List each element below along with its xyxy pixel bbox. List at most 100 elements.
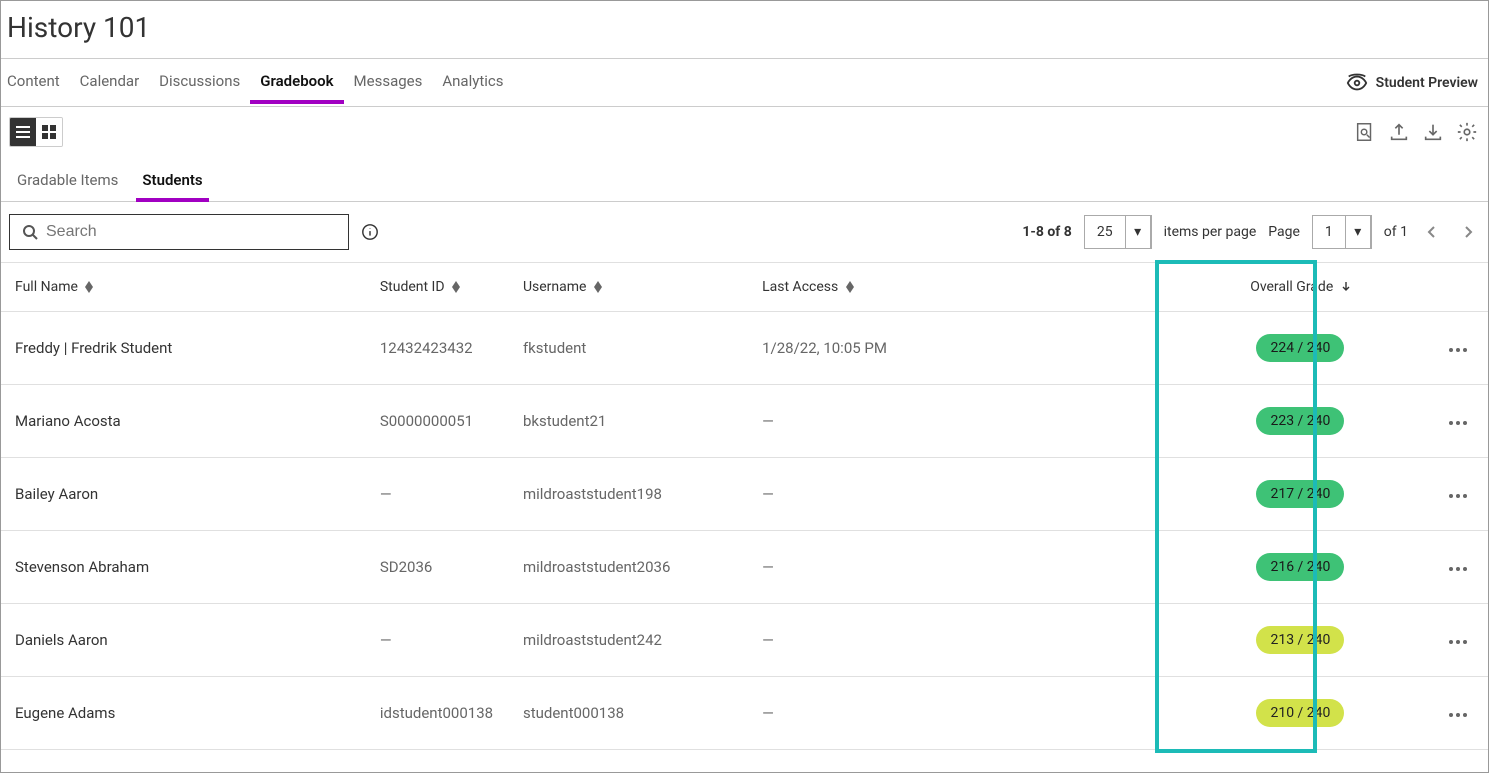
cell-grade[interactable]: 210 / 240	[1174, 677, 1427, 750]
sort-down-icon	[1341, 279, 1351, 295]
view-toggle	[9, 117, 63, 147]
cell-username: bkstudent21	[509, 385, 748, 458]
col-last-access[interactable]: Last Access	[748, 263, 1174, 312]
row-more-button[interactable]	[1444, 483, 1472, 506]
settings-button[interactable]	[1454, 119, 1480, 145]
student-preview-button[interactable]: Student Preview	[1346, 72, 1488, 94]
cell-actions	[1427, 385, 1488, 458]
sub-tab-gradable-items[interactable]: Gradable Items	[17, 159, 118, 201]
next-page-button[interactable]	[1456, 220, 1480, 244]
cell-actions	[1427, 750, 1488, 773]
page-range: 1-8 of 8	[1022, 224, 1072, 240]
table-wrap: Full Name Student ID	[1, 262, 1488, 773]
sort-icon	[452, 281, 460, 293]
grade-pill: 224 / 240	[1256, 334, 1344, 362]
row-more-button[interactable]	[1444, 337, 1472, 360]
students-table: Full Name Student ID	[1, 262, 1488, 773]
cell-name[interactable]: Stevenson Abraham	[1, 531, 366, 604]
tab-gradebook[interactable]: Gradebook	[260, 59, 333, 107]
main-tab-list: Content Calendar Discussions Gradebook Messa…	[1, 59, 1346, 107]
cell-student-id: S0000000051	[366, 385, 509, 458]
cell-grade[interactable]: 101 / 140	[1174, 750, 1427, 773]
cell-grade[interactable]: 216 / 240	[1174, 531, 1427, 604]
per-page-label: items per page	[1164, 224, 1257, 240]
row-more-button[interactable]	[1444, 556, 1472, 579]
gear-icon	[1456, 121, 1478, 143]
col-last-access-label: Last Access	[762, 279, 838, 295]
cell-actions	[1427, 604, 1488, 677]
cell-username: mildroaststudent198	[509, 458, 748, 531]
col-username[interactable]: Username	[509, 263, 748, 312]
row-more-button[interactable]	[1444, 702, 1472, 725]
preview-label: Student Preview	[1376, 75, 1478, 91]
col-overall-grade-label: Overall Grade	[1250, 279, 1333, 295]
cell-last-access: —	[748, 677, 1174, 750]
tab-messages[interactable]: Messages	[354, 59, 423, 107]
cell-username: mildroaststudent2036	[509, 531, 748, 604]
cell-username: mildroaststudent242	[509, 604, 748, 677]
search-input[interactable]	[46, 223, 336, 241]
table-row: Bailey Aaron—mildroaststudent198—217 / 2…	[1, 458, 1488, 531]
total-pages: of 1	[1384, 224, 1408, 240]
chevron-down-icon: ▾	[1126, 216, 1151, 248]
app-frame: History 101 Content Calendar Discussions Gr…	[0, 0, 1489, 773]
row-more-button[interactable]	[1444, 629, 1472, 652]
sub-tab-students[interactable]: Students	[142, 159, 202, 201]
cell-name[interactable]: Bailey Aaron	[1, 458, 366, 531]
cell-last-access: 1/28/22, 10:05 PM	[748, 312, 1174, 385]
list-view-button[interactable]	[10, 118, 36, 146]
cell-grade[interactable]: 223 / 240	[1174, 385, 1427, 458]
grade-pill: 213 / 240	[1256, 626, 1344, 654]
course-header: History 101	[1, 1, 1488, 59]
cell-student-id: 12432423432	[366, 312, 509, 385]
col-student-id[interactable]: Student ID	[366, 263, 509, 312]
cell-name[interactable]: Freddy | Fredrik Student	[1, 312, 366, 385]
search-icon	[22, 224, 38, 240]
tab-content[interactable]: Content	[7, 59, 60, 107]
page-label: Page	[1268, 224, 1300, 240]
per-page-value: 25	[1085, 216, 1126, 248]
col-actions	[1427, 263, 1488, 312]
more-icon	[1448, 639, 1468, 645]
cell-grade[interactable]: 217 / 240	[1174, 458, 1427, 531]
col-username-label: Username	[523, 279, 587, 295]
sort-icon	[594, 281, 602, 293]
info-icon[interactable]	[361, 223, 379, 241]
cell-last-access: —	[748, 750, 1174, 773]
sort-icon	[846, 281, 854, 293]
cell-actions	[1427, 677, 1488, 750]
per-page-select[interactable]: 25 ▾	[1084, 215, 1152, 249]
col-full-name[interactable]: Full Name	[1, 263, 366, 312]
table-row: Daniels Aaron—mildroaststudent242—213 / …	[1, 604, 1488, 677]
sort-icon	[85, 281, 93, 293]
grade-pill: 217 / 240	[1256, 480, 1344, 508]
search-input-wrap[interactable]	[9, 214, 349, 250]
download-button[interactable]	[1420, 119, 1446, 145]
tab-analytics[interactable]: Analytics	[442, 59, 503, 107]
upload-icon	[1388, 121, 1410, 143]
cell-username: student000138	[509, 677, 748, 750]
cell-name[interactable]: Daniels Aaron	[1, 604, 366, 677]
chevron-down-icon: ▾	[1346, 216, 1371, 248]
table-row: Mariano AcostaS0000000051bkstudent21—223…	[1, 385, 1488, 458]
grid-view-button[interactable]	[36, 118, 62, 146]
row-more-button[interactable]	[1444, 410, 1472, 433]
cell-name[interactable]: Chelsea Adkins	[1, 750, 366, 773]
table-row: Stevenson AbrahamSD2036mildroaststudent2…	[1, 531, 1488, 604]
upload-button[interactable]	[1386, 119, 1412, 145]
tab-discussions[interactable]: Discussions	[159, 59, 240, 107]
prev-page-button[interactable]	[1420, 220, 1444, 244]
search-records-button[interactable]	[1352, 119, 1378, 145]
cell-student-id: SD2036	[366, 531, 509, 604]
cell-name[interactable]: Eugene Adams	[1, 677, 366, 750]
col-overall-grade[interactable]: Overall Grade	[1174, 263, 1427, 312]
cell-grade[interactable]: 213 / 240	[1174, 604, 1427, 677]
cell-username: mildroaststudent21	[509, 750, 748, 773]
cell-actions	[1427, 531, 1488, 604]
cell-last-access: —	[748, 458, 1174, 531]
cell-grade[interactable]: 224 / 240	[1174, 312, 1427, 385]
tab-calendar[interactable]: Calendar	[80, 59, 140, 107]
page-select[interactable]: 1 ▾	[1312, 215, 1372, 249]
chevron-right-icon	[1460, 224, 1476, 240]
cell-name[interactable]: Mariano Acosta	[1, 385, 366, 458]
